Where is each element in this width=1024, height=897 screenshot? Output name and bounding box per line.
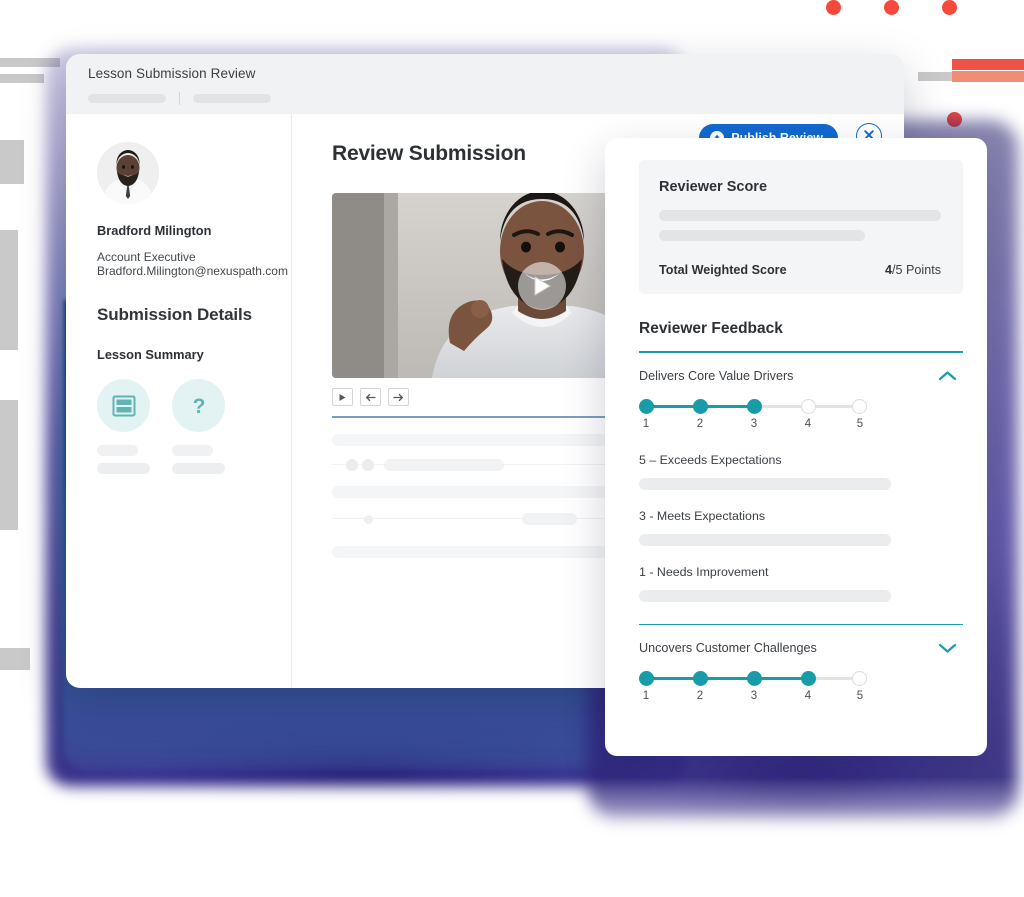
criterion-slider[interactable] bbox=[639, 671, 867, 687]
chevron-down-icon[interactable] bbox=[932, 640, 963, 656]
summary-placeholder bbox=[172, 463, 225, 475]
slider-knob-4[interactable] bbox=[801, 671, 816, 687]
submitter-email: Bradford.Milington@nexuspath.com bbox=[97, 264, 288, 279]
breadcrumb-placeholder bbox=[88, 94, 166, 103]
expectation-placeholder bbox=[639, 589, 891, 602]
submission-details-heading: Submission Details bbox=[97, 305, 253, 325]
criterion-uncovers-customer-challenges: Uncovers Customer Challenges 1 2 3 4 5 bbox=[639, 625, 963, 706]
arrow-left-icon[interactable] bbox=[360, 388, 381, 406]
slider-tick: 1 bbox=[642, 690, 650, 703]
slider-ticks: 1 2 3 4 5 bbox=[639, 418, 867, 434]
breadcrumb-placeholder bbox=[193, 94, 271, 103]
slider-tick: 5 bbox=[856, 417, 864, 430]
slider-tick: 1 bbox=[642, 417, 650, 430]
total-weighted-score-label: Total Weighted Score bbox=[659, 263, 787, 277]
slider-tick: 2 bbox=[696, 417, 704, 430]
expectation-row: 5 – Exceeds Expectations bbox=[639, 453, 963, 490]
slider-tick: 4 bbox=[804, 690, 812, 703]
breadcrumb bbox=[88, 92, 886, 105]
decor-dot bbox=[826, 0, 841, 15]
summary-placeholder bbox=[97, 463, 150, 475]
bottom-fade bbox=[0, 777, 1024, 897]
summary-placeholder bbox=[97, 445, 138, 457]
expectation-label: 5 – Exceeds Expectations bbox=[639, 452, 782, 467]
slider-tick: 4 bbox=[804, 417, 812, 430]
decor-bar bbox=[0, 648, 30, 670]
slider-fill bbox=[646, 677, 808, 681]
arrow-right-icon[interactable] bbox=[388, 388, 409, 406]
slider-tick: 2 bbox=[696, 690, 704, 703]
slider-knob-3[interactable] bbox=[747, 398, 762, 414]
slider-knob-4[interactable] bbox=[801, 398, 816, 414]
expectation-label: 1 - Needs Improvement bbox=[639, 564, 769, 579]
slider-knob-1[interactable] bbox=[639, 671, 654, 687]
expectation-label: 3 - Meets Expectations bbox=[639, 508, 766, 523]
avatar bbox=[97, 142, 159, 204]
slider-knob-3[interactable] bbox=[747, 671, 762, 687]
summary-item[interactable]: ? bbox=[172, 379, 225, 475]
breadcrumb-divider bbox=[179, 92, 180, 105]
decor-bar bbox=[0, 400, 18, 530]
expectation-row: 1 - Needs Improvement bbox=[639, 565, 963, 602]
play-small-icon[interactable] bbox=[332, 388, 353, 406]
slider-knob-5[interactable] bbox=[852, 671, 867, 687]
screenshot-root: Lesson Submission Review Publish Review bbox=[0, 0, 1024, 897]
reviewer-feedback-title: Reviewer Feedback bbox=[639, 320, 783, 337]
chevron-up-icon[interactable] bbox=[932, 368, 963, 384]
slider-knob-2[interactable] bbox=[693, 671, 708, 687]
slider-knob-2[interactable] bbox=[693, 398, 708, 414]
slider-tick: 5 bbox=[856, 690, 864, 703]
slider-tick: 3 bbox=[750, 417, 758, 430]
slider-ticks: 1 2 3 4 5 bbox=[639, 690, 867, 706]
placeholder-line bbox=[332, 545, 632, 558]
svg-text:?: ? bbox=[192, 395, 205, 418]
total-weighted-score-row: Total Weighted Score 4/5 Points bbox=[659, 263, 941, 277]
submitter-role: Account Executive bbox=[97, 250, 196, 264]
slider-knob-1[interactable] bbox=[639, 398, 654, 414]
decor-bar bbox=[952, 59, 1024, 70]
placeholder-line bbox=[332, 433, 632, 446]
slider-tick: 3 bbox=[750, 690, 758, 703]
review-panel: Reviewer Score Total Weighted Score 4/5 … bbox=[605, 138, 987, 756]
lesson-summary-heading: Lesson Summary bbox=[97, 347, 204, 363]
total-weighted-score-value: 4/5 Points bbox=[884, 263, 941, 277]
expectation-row: 3 - Meets Expectations bbox=[639, 509, 963, 546]
expectation-placeholder bbox=[639, 477, 891, 490]
reviewer-score-title: Reviewer Score bbox=[659, 179, 768, 195]
decor-dot bbox=[942, 0, 957, 15]
criterion-delivers-core-value-drivers: Delivers Core Value Drivers 1 2 3 4 5 5 … bbox=[639, 353, 963, 602]
reviewer-score-card: Reviewer Score Total Weighted Score 4/5 … bbox=[639, 160, 963, 294]
score-placeholder bbox=[659, 230, 865, 241]
decor-bar bbox=[918, 72, 952, 81]
criterion-slider[interactable] bbox=[639, 398, 867, 414]
lesson-summary-icons: ? bbox=[97, 379, 291, 475]
decor-bar bbox=[0, 140, 24, 184]
score-placeholder bbox=[659, 210, 941, 221]
submitter-name: Bradford Milington bbox=[97, 223, 212, 238]
submission-sidebar: Bradford Milington Account Executive Bra… bbox=[66, 114, 292, 688]
layout-card-icon bbox=[97, 379, 150, 433]
window-titlebar: Lesson Submission Review Publish Review bbox=[66, 54, 904, 152]
decor-bar bbox=[952, 71, 1024, 82]
criterion-label: Delivers Core Value Drivers bbox=[639, 368, 794, 383]
decor-bar bbox=[0, 74, 44, 83]
decor-dot bbox=[884, 0, 899, 15]
placeholder-line bbox=[332, 485, 632, 498]
question-mark-icon: ? bbox=[172, 379, 225, 433]
play-icon[interactable] bbox=[518, 261, 566, 310]
summary-placeholder bbox=[172, 445, 213, 457]
summary-item[interactable] bbox=[97, 379, 150, 475]
expectation-placeholder bbox=[639, 533, 891, 546]
criterion-label: Uncovers Customer Challenges bbox=[639, 641, 817, 656]
slider-knob-5[interactable] bbox=[852, 398, 867, 414]
decor-bar bbox=[0, 230, 18, 350]
window-title: Lesson Submission Review bbox=[88, 66, 256, 81]
